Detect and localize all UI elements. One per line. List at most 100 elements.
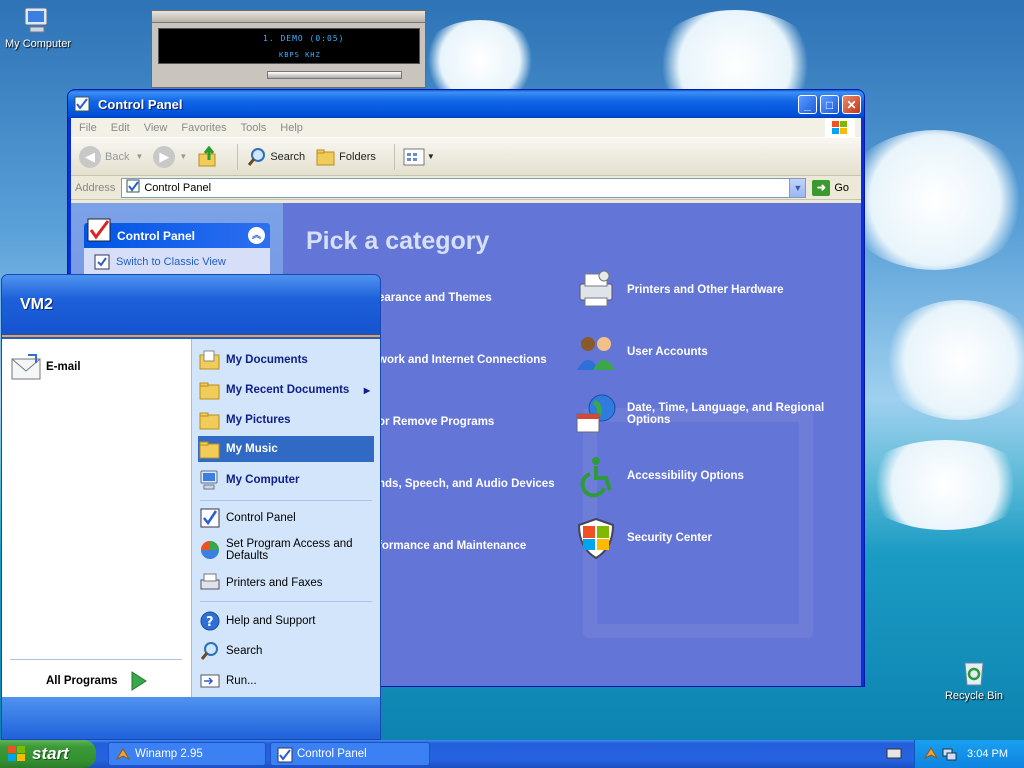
start-item-search[interactable]: Search [198,637,374,665]
taskbar-button-winamp[interactable]: Winamp 2.95 [108,742,266,766]
folders-icon [315,146,339,168]
start-item-printers-faxes[interactable]: Printers and Faxes [198,569,374,597]
winamp-window[interactable]: 1. DEMO (0:05) KBPS KHZ [151,10,426,88]
start-item-my-pictures[interactable]: My Pictures [198,406,374,434]
address-value: Control Panel [144,181,212,194]
winamp-controls[interactable] [267,71,402,79]
minimize-button[interactable]: _ [798,95,817,114]
start-item-set-program-access[interactable]: Set Program Access and Defaults [198,534,374,566]
maximize-button[interactable]: □ [820,95,839,114]
computer-icon [22,4,54,36]
close-button[interactable]: ✕ [842,95,861,114]
clock[interactable]: 3:04 PM [967,748,1008,760]
control-panel-icon [126,179,144,196]
category-date-time-language[interactable]: Date, Time, Language, and Regional Optio… [573,392,843,436]
category-label: Accessibility Options [627,470,744,482]
start-menu-left-column: E-mail All Programs [2,339,191,697]
page-title: Pick a category [306,227,490,255]
start-item-label: Control Panel [226,512,296,524]
winamp-titlebar[interactable] [152,11,425,23]
category-printers-hardware[interactable]: Printers and Other Hardware [573,268,843,312]
category-accessibility[interactable]: Accessibility Options [573,454,843,498]
menu-favorites[interactable]: Favorites [181,122,226,134]
category-label: Printers and Other Hardware [627,284,784,296]
menu-tools[interactable]: Tools [241,122,267,134]
go-label: Go [834,181,850,194]
network-icon[interactable] [941,746,957,762]
category-label: User Accounts [627,346,708,358]
window-title: Control Panel [98,96,183,112]
start-item-email[interactable]: E-mail [10,349,182,385]
category-label: Security Center [627,532,713,544]
start-label: start [32,744,69,763]
control-panel-box: Control Panel ︽ Switch to Classic View [84,218,270,276]
start-item-label: My Documents [226,354,308,366]
control-panel-box-header[interactable]: Control Panel ︽ [84,218,270,248]
program-access-icon [198,538,222,562]
printer-icon [573,268,619,312]
forward-button[interactable]: ▶ ▼ [153,145,187,168]
menu-help[interactable]: Help [280,122,303,134]
minimize-icon: _ [804,97,811,112]
chevron-right-icon: ▶ [363,385,370,395]
folders-button[interactable]: Folders [315,146,376,168]
views-icon [403,146,427,168]
address-dropdown-button[interactable]: ▼ [789,178,806,197]
pictures-folder-icon [198,408,222,432]
maximize-icon: □ [825,97,834,112]
globe-calendar-icon [573,392,619,436]
category-user-accounts[interactable]: User Accounts [573,330,843,374]
taskbar-button-control-panel[interactable]: Control Panel [270,742,430,766]
start-item-my-music[interactable]: My Music [198,436,374,462]
computer-icon [198,468,222,492]
up-folder-button[interactable] [197,145,219,168]
keyboard-icon[interactable] [886,747,902,761]
help-icon: ? [198,609,222,633]
start-menu-right-column: My Documents My Recent Documents ▶ My Pi… [191,339,380,697]
back-button[interactable]: ◀ Back ▼ [79,145,144,168]
start-item-control-panel[interactable]: Control Panel [198,504,374,532]
start-item-my-documents[interactable]: My Documents [198,346,374,374]
menu-view[interactable]: View [144,122,168,134]
start-item-label: E-mail [46,361,81,373]
start-item-my-computer[interactable]: My Computer [198,466,374,494]
recycle-bin-icon [958,656,990,688]
views-button[interactable]: ▼ [403,146,435,168]
address-input[interactable]: Control Panel ▼ [121,177,807,198]
taskbar-button-label: Control Panel [297,748,367,760]
address-bar: Address Control Panel ▼ ➜ Go [71,176,861,200]
search-icon [246,146,270,168]
start-menu-footer [2,697,380,739]
close-icon: ✕ [846,97,857,112]
accessibility-icon [573,454,619,498]
start-item-help-support[interactable]: ? Help and Support [198,607,374,635]
start-item-my-recent-documents[interactable]: My Recent Documents ▶ [198,376,374,404]
email-icon [10,351,42,383]
collapse-icon[interactable]: ︽ [248,227,265,244]
menu-edit[interactable]: Edit [111,122,130,134]
tray-app-icon[interactable] [923,746,939,762]
forward-arrow-icon: ▶ [153,145,176,168]
start-item-label: Search [226,645,263,657]
window-titlebar[interactable]: Control Panel [68,90,864,118]
go-button[interactable]: ➜ Go [812,179,850,196]
chevron-down-icon: ▼ [135,152,144,161]
search-button[interactable]: Search [246,146,305,168]
winamp-display: 1. DEMO (0:05) KBPS KHZ [158,28,420,64]
search-label: Search [270,150,306,163]
menu-file[interactable]: File [79,122,97,134]
all-programs-button[interactable]: All Programs [46,667,166,695]
start-item-run[interactable]: Run... [198,667,374,695]
back-label: Back [105,150,130,163]
desktop-icon-recycle-bin[interactable]: Recycle Bin [936,656,1012,702]
category-label: or Remove Programs [378,416,495,428]
category-security-center[interactable]: Security Center [573,516,843,560]
switch-classic-view-link[interactable]: Switch to Classic View [84,248,270,276]
menu-bar: File Edit View Favorites Tools Help [71,117,861,138]
start-button[interactable]: start [0,740,96,768]
back-arrow-icon: ◀ [79,145,101,168]
start-menu: VM2 E-mail All Programs My Documents My … [1,274,381,740]
go-arrow-icon: ➜ [812,179,831,196]
search-icon [198,639,222,663]
desktop-icon-my-computer[interactable]: My Computer [0,4,76,50]
